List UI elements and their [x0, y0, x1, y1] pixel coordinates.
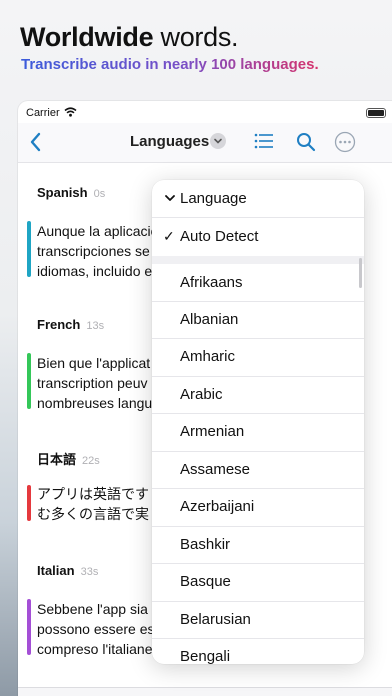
speaker-color-bar — [27, 599, 31, 655]
search-icon[interactable] — [296, 132, 316, 152]
entry-timestamp: 22s — [82, 455, 100, 467]
menu-item-label: Basque — [180, 573, 231, 590]
promo-subhead: Transcribe audio in nearly 100 languages… — [21, 56, 319, 73]
back-chevron-icon[interactable] — [28, 131, 44, 153]
menu-item-arabic[interactable]: Arabic — [152, 376, 364, 413]
menu-item-label: Albanian — [180, 311, 239, 328]
status-bar: Carrier — [18, 101, 392, 123]
entry-timestamp: 0s — [93, 188, 106, 200]
nav-bar: Languages — [18, 123, 392, 163]
menu-item-armenian[interactable]: Armenian — [152, 413, 364, 450]
menu-item-label: Bashkir — [180, 536, 231, 553]
entry-language: Spanish — [37, 185, 88, 200]
entry-language: French — [37, 317, 81, 332]
entry-language-heading: Italian 33s — [37, 563, 98, 578]
menu-item-label: Assamese — [180, 461, 251, 478]
menu-item-label: Belarusian — [180, 611, 251, 628]
menu-item-label: Afrikaans — [180, 274, 243, 291]
menu-item-label: Azerbaijani — [180, 498, 255, 515]
menu-item-label: Arabic — [180, 386, 223, 403]
menu-item-label: Amharic — [180, 348, 236, 365]
list-icon[interactable] — [254, 132, 274, 150]
speaker-color-bar — [27, 485, 31, 521]
page-title[interactable]: Languages — [130, 133, 209, 150]
entry-language: Italian — [37, 563, 75, 578]
checkmark-icon: ✓ — [163, 228, 175, 244]
menu-item-label: Armenian — [180, 423, 245, 440]
language-dropdown-menu: Language ✓ Auto Detect Afrikaans Albania… — [152, 180, 364, 664]
dropdown-header[interactable]: Language — [152, 180, 364, 217]
entry-language-heading: French 13s — [37, 317, 104, 332]
wifi-icon — [64, 107, 77, 117]
menu-item-albanian[interactable]: Albanian — [152, 301, 364, 338]
chevron-down-icon[interactable] — [210, 133, 226, 149]
entry-timestamp: 13s — [86, 320, 105, 332]
carrier-label: Carrier — [26, 107, 60, 119]
menu-item-belarusian[interactable]: Belarusian — [152, 601, 364, 638]
speaker-color-bar — [27, 353, 31, 409]
menu-item-basque[interactable]: Basque — [152, 563, 364, 600]
dropdown-header-label: Language — [180, 190, 247, 207]
menu-item-bengali[interactable]: Bengali — [152, 638, 364, 664]
menu-item-azerbaijani[interactable]: Azerbaijani — [152, 488, 364, 525]
menu-item-label: Auto Detect — [180, 228, 259, 245]
bottom-toolbar — [18, 687, 392, 696]
menu-item-assamese[interactable]: Assamese — [152, 451, 364, 488]
entry-language-heading: Spanish 0s — [37, 185, 105, 200]
promo-headline-rest: words. — [153, 22, 239, 52]
battery-icon — [366, 108, 386, 118]
more-icon[interactable] — [334, 131, 356, 153]
entry-language: 日本語 — [37, 452, 77, 467]
speaker-color-bar — [27, 221, 31, 277]
menu-item-label: Bengali — [180, 648, 231, 664]
chevron-down-icon — [165, 195, 175, 201]
menu-item-auto-detect[interactable]: ✓ Auto Detect — [152, 218, 364, 255]
menu-item-bashkir[interactable]: Bashkir — [152, 526, 364, 563]
entry-timestamp: 33s — [80, 566, 99, 578]
menu-item-amharic[interactable]: Amharic — [152, 338, 364, 375]
entry-language-heading: 日本語 22s — [37, 449, 100, 468]
menu-item-afrikaans[interactable]: Afrikaans — [152, 264, 364, 301]
promo-headline: Worldwide words. — [20, 22, 239, 53]
promo-headline-bold: Worldwide — [20, 22, 154, 52]
section-divider — [152, 256, 364, 264]
